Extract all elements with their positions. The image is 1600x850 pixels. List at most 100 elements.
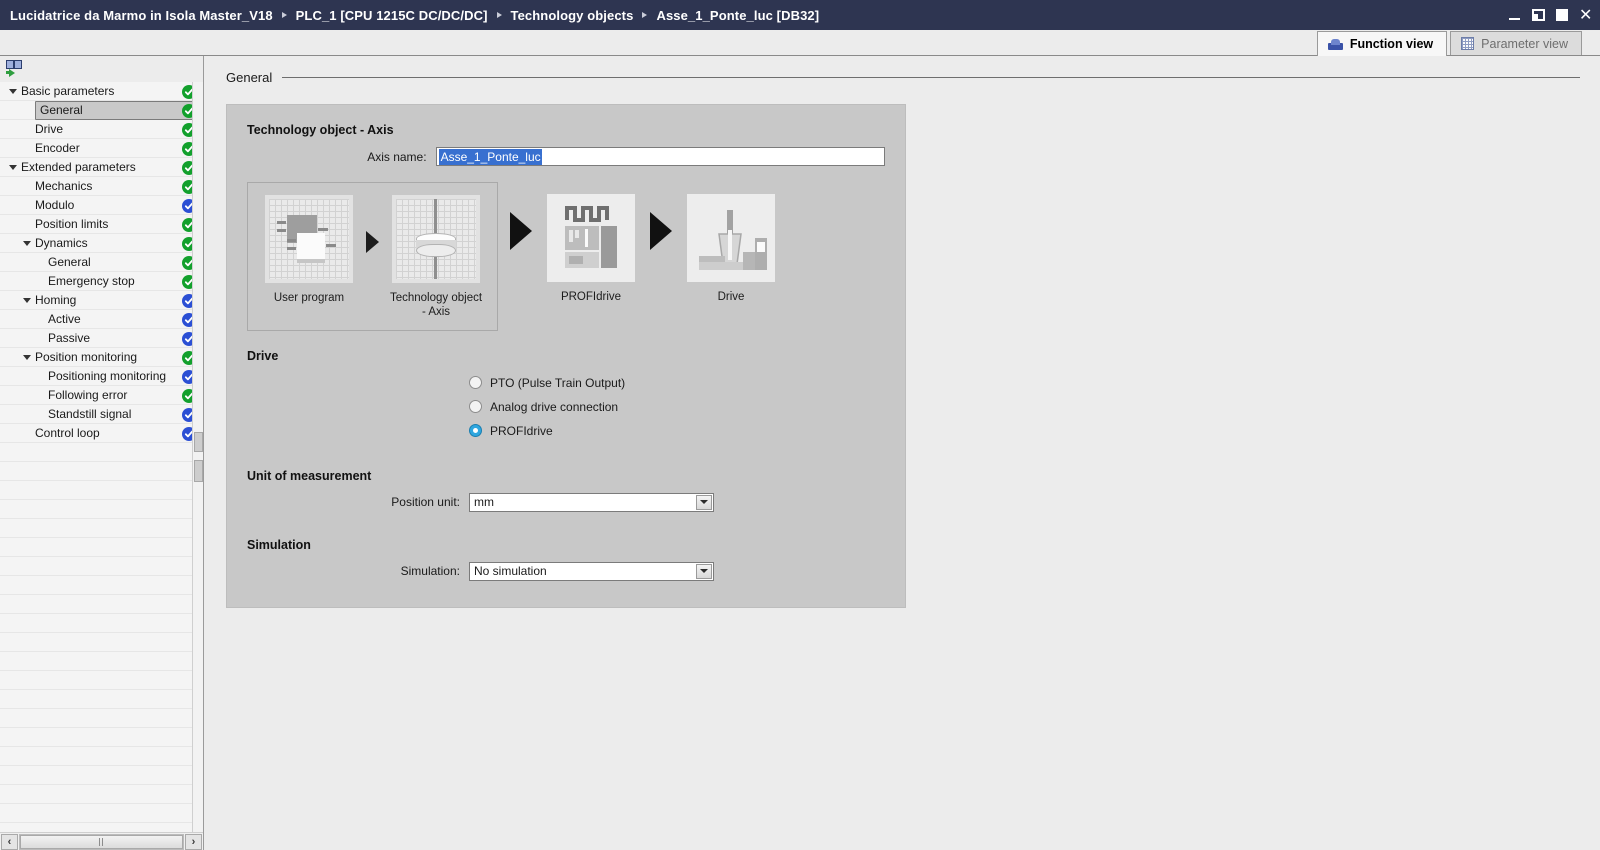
position-unit-select[interactable]: mm — [469, 492, 714, 512]
chevron-down-icon[interactable] — [22, 295, 32, 305]
restore-icon[interactable] — [1532, 9, 1545, 21]
nav-item-positioning-monitoring[interactable]: Positioning monitoring — [0, 367, 203, 386]
chevron-down-icon[interactable] — [22, 238, 32, 248]
nav-item-homing[interactable]: Homing — [0, 291, 203, 310]
radio-option-analog[interactable]: Analog drive connection — [469, 395, 885, 419]
scroll-right-icon[interactable]: › — [185, 833, 202, 850]
breadcrumb-separator-icon — [281, 12, 287, 18]
nav-item-position-limits[interactable]: Position limits — [0, 215, 203, 234]
radio-analog-icon[interactable] — [469, 400, 482, 414]
nav-item-position-monitoring[interactable]: Position monitoring — [0, 348, 203, 367]
nav-empty-row — [0, 633, 203, 652]
nav-toolbar — [0, 56, 203, 82]
breadcrumb-separator-icon — [642, 12, 648, 18]
nav-item-general[interactable]: General — [0, 253, 203, 272]
scroll-left-icon[interactable]: ‹ — [1, 833, 18, 850]
simulation-value: No simulation — [474, 564, 547, 579]
nav-item-basic-parameters[interactable]: Basic parameters — [0, 82, 203, 101]
navigation-column: Basic parameters General Drive Encoder Exten… — [0, 56, 204, 850]
breadcrumb-item-technology-objects[interactable]: Technology objects — [511, 8, 634, 23]
nav-item-control-loop[interactable]: Control loop — [0, 424, 203, 443]
nav-empty-row — [0, 481, 203, 500]
close-icon[interactable]: ✕ — [1579, 7, 1592, 23]
nav-item-label: Drive — [35, 122, 64, 136]
nav-empty-row — [0, 728, 203, 747]
radio-option-pto[interactable]: PTO (Pulse Train Output) — [469, 371, 885, 395]
tab-function-view[interactable]: Function view — [1316, 31, 1448, 56]
nav-item-standstill-signal[interactable]: Standstill signal — [0, 405, 203, 424]
nav-scroll-thumb[interactable] — [194, 432, 203, 452]
nav-horizontal-scrollbar[interactable]: ‹ › — [0, 832, 203, 850]
content-area: General Technology object - Axis Axis na… — [204, 56, 1600, 850]
nav-empty-row — [0, 557, 203, 576]
nav-item-label: Position limits — [35, 217, 109, 231]
chevron-down-icon[interactable] — [8, 162, 18, 172]
diagram-stage-label: User program — [273, 292, 345, 304]
nav-empty-row — [0, 443, 203, 462]
position-unit-row: Position unit: mm — [247, 492, 885, 512]
chevron-down-icon[interactable] — [22, 352, 32, 362]
minimize-icon[interactable] — [1508, 9, 1521, 22]
diagram-stage-technology-object[interactable]: Technology object - Axis — [389, 195, 483, 320]
nav-empty-row — [0, 538, 203, 557]
nav-item-label: Basic parameters — [21, 84, 115, 98]
diagram-stage-label: Technology object - Axis — [389, 292, 483, 319]
drive-section-title: Drive — [247, 348, 279, 363]
diagram-stage-drive[interactable]: Drive — [684, 194, 778, 304]
section-header: General — [226, 70, 1600, 85]
breadcrumb-item-plc[interactable]: PLC_1 [CPU 1215C DC/DC/DC] — [296, 8, 488, 23]
nav-item-modulo[interactable]: Modulo — [0, 196, 203, 215]
diagram-stage-profidrive[interactable]: PROFIdrive — [544, 194, 638, 304]
hscroll-track[interactable] — [19, 833, 184, 850]
tab-parameter-view[interactable]: Parameter view — [1450, 31, 1582, 55]
diagram-stage-label: PROFIdrive — [560, 291, 622, 303]
nav-item-following-error[interactable]: Following error — [0, 386, 203, 405]
nav-item-emergency-stop[interactable]: Emergency stop — [0, 272, 203, 291]
general-settings-panel: Technology object - Axis Axis name: Asse… — [226, 104, 906, 608]
flow-arrow-large-icon — [650, 212, 672, 250]
unit-section-title: Unit of measurement — [247, 468, 372, 483]
radio-option-profidrive[interactable]: PROFIdrive — [469, 419, 885, 443]
drive-radio-group: PTO (Pulse Train Output) Analog drive co… — [247, 371, 885, 443]
nav-item-drive[interactable]: Drive — [0, 120, 203, 139]
breadcrumb-item-axis-db[interactable]: Asse_1_Ponte_luc [DB32] — [656, 8, 819, 23]
simulation-select[interactable]: No simulation — [469, 561, 714, 581]
breadcrumb-item-project[interactable]: Lucidatrice da Marmo in Isola Master_V18 — [10, 8, 273, 23]
nav-item-active[interactable]: Active — [0, 310, 203, 329]
nav-scroll-thumb-lower[interactable] — [194, 460, 203, 482]
nav-item-mechanics[interactable]: Mechanics — [0, 177, 203, 196]
nav-item-encoder[interactable]: Encoder — [0, 139, 203, 158]
flow-arrow-large-icon — [510, 212, 532, 250]
radio-profidrive-icon[interactable] — [469, 424, 482, 438]
nav-item-general[interactable]: General — [0, 100, 203, 120]
chevron-down-icon[interactable] — [696, 494, 712, 510]
nav-item-extended-parameters[interactable]: Extended parameters — [0, 158, 203, 177]
chevron-down-icon[interactable] — [8, 86, 18, 96]
hscroll-thumb[interactable] — [20, 834, 183, 849]
nav-item-label: Active — [48, 312, 81, 326]
axis-name-label: Axis name: — [367, 149, 427, 164]
nav-item-label: Passive — [48, 331, 91, 345]
maximize-icon[interactable] — [1556, 9, 1568, 21]
position-unit-value: mm — [474, 495, 494, 510]
nav-vertical-scrollbar[interactable] — [192, 82, 203, 832]
flow-arrow-icon — [366, 231, 379, 253]
radio-profidrive-label: PROFIdrive — [490, 423, 553, 438]
title-bar: Lucidatrice da Marmo in Isola Master_V18… — [0, 0, 1600, 30]
nav-empty-row — [0, 804, 203, 823]
radio-pto-icon[interactable] — [469, 376, 482, 390]
nav-empty-row — [0, 709, 203, 728]
nav-item-passive[interactable]: Passive — [0, 329, 203, 348]
nav-empty-row — [0, 690, 203, 709]
chevron-down-icon[interactable] — [696, 563, 712, 579]
main-body: Basic parameters General Drive Encoder Exten… — [0, 56, 1600, 850]
compare-navigate-icon[interactable] — [6, 60, 28, 78]
axis-name-input[interactable]: Asse_1_Ponte_luc — [435, 147, 885, 166]
diagram-stage-user-program[interactable]: User program — [262, 195, 356, 305]
parameter-tree[interactable]: Basic parameters General Drive Encoder Exten… — [0, 82, 203, 832]
nav-item-dynamics[interactable]: Dynamics — [0, 234, 203, 253]
